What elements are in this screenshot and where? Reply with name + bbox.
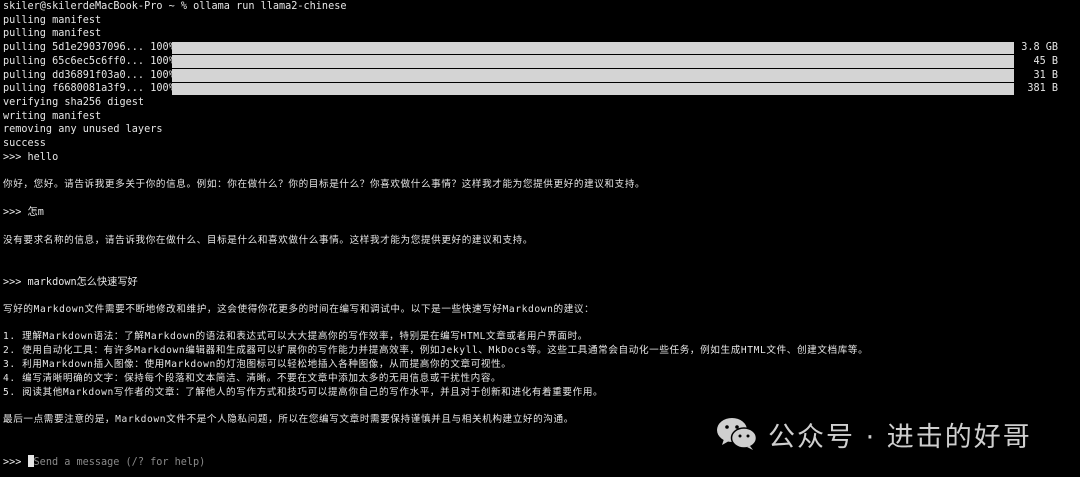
output-line: verifying sha256 digest	[3, 96, 145, 108]
list-item: 5. 阅读其他Markdown写作者的文章：了解他人的写作方式和技巧可以提高你自…	[3, 386, 604, 398]
user-prompt: >>> markdown怎么快速写好	[3, 276, 138, 288]
output-line: success	[3, 138, 46, 149]
list-item: 2. 使用自动化工具：有许多Markdown编辑器和生成器可以扩展你的写作能力并…	[3, 345, 869, 356]
layer-label: pulling 65c6ec5c6ff0... 100%	[3, 55, 175, 67]
layer-label: pulling f6680081a3f9... 100%	[3, 83, 175, 95]
layer-label: pulling 5d1e29037096... 100%	[3, 42, 175, 54]
progress-bar	[172, 41, 1014, 55]
layer-size: 3.8 GB	[1021, 42, 1058, 54]
model-response: 你好，您好。请告诉我更多关于你的信息。例如：你在做什么？你的目标是什么？你喜欢做…	[3, 179, 646, 190]
layer-size: 31 B	[1033, 69, 1058, 81]
model-response: 没有要求名称的信息，请告诉我你在做什么、目标是什么和喜欢做什么事情。这样我才能为…	[3, 235, 534, 246]
command-line: skiler@skilerdeMacBook-Pro ~ % ollama ru…	[3, 1, 347, 12]
watermark: 公众号 · 进击的好哥	[716, 414, 1032, 454]
output-line: writing manifest	[3, 110, 102, 122]
wechat-icon	[717, 418, 758, 450]
user-prompt: >>> hello	[3, 151, 59, 163]
layer-size: 45 B	[1033, 55, 1058, 67]
output-line: removing any unused layers	[3, 124, 163, 136]
progress-bar	[172, 82, 1014, 96]
model-response: 写好的Markdown文件需要不断地修改和维护，这会使得你花更多的时间在编写和调…	[3, 304, 595, 315]
input-prompt: >>>	[3, 456, 28, 468]
model-response: 最后一点需要注意的是，Markdown文件不是个人隐私问题，所以在您编写文章时需…	[3, 414, 574, 425]
progress-bar	[172, 68, 1014, 82]
input-placeholder: Send a message (/? for help)	[33, 456, 206, 468]
user-prompt: >>> 怎m	[3, 206, 44, 218]
terminal-window: skiler@skilerdeMacBook-Pro ~ % ollama ru…	[0, 0, 1080, 477]
output-line: pulling manifest	[3, 28, 102, 40]
watermark-text: 公众号 · 进击的好哥	[768, 421, 1032, 453]
progress-bar	[172, 55, 1014, 68]
layer-size: 381 B	[1027, 83, 1058, 95]
layer-label: pulling dd36891f03a0... 100%	[3, 69, 175, 81]
list-item: 1. 理解Markdown语法：了解Markdown的语法和表达式可以大大提高你…	[3, 331, 588, 342]
list-item: 4. 编写清晰明确的文字：保持每个段落和文本简洁、清晰。不要在文章中添加太多的无…	[3, 373, 502, 384]
message-input[interactable]: >>> Send a message (/? for help)	[3, 454, 206, 470]
output-line: pulling manifest	[3, 14, 102, 26]
list-item: 3. 利用Markdown插入图像：使用Markdown的灯泡图标可以轻松地插入…	[3, 359, 512, 370]
